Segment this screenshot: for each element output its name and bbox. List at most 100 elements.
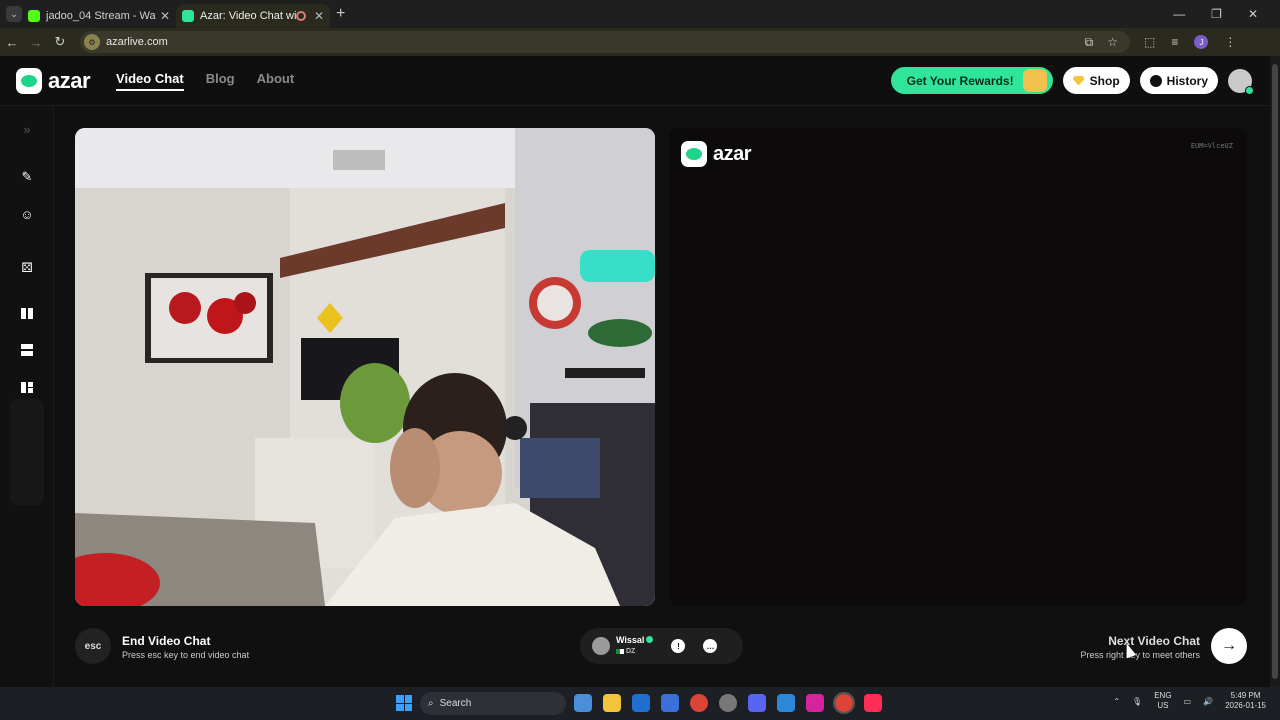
azar-logo[interactable]: azar bbox=[16, 67, 91, 94]
site-info-icon[interactable]: ⚙ bbox=[84, 34, 100, 50]
layout-switcher bbox=[10, 399, 44, 505]
tab-search-button[interactable]: ⌄ bbox=[6, 6, 22, 22]
media-controls-icon[interactable]: ≡ bbox=[1171, 35, 1178, 49]
recording-indicator-icon bbox=[295, 11, 306, 21]
taskbar-search[interactable]: ⌕ Search bbox=[420, 692, 566, 715]
zoom-icon[interactable] bbox=[777, 694, 795, 712]
steam-icon[interactable] bbox=[719, 694, 737, 712]
nav-video-chat[interactable]: Video Chat bbox=[116, 71, 184, 91]
azar-favicon-icon bbox=[182, 10, 194, 22]
history-label: History bbox=[1166, 73, 1208, 88]
system-tray: ⌃ 🎙 ENG US ▭ 🔊 5:49 PM 2026-01-15 bbox=[1113, 691, 1266, 711]
tiktok-icon[interactable] bbox=[864, 694, 882, 712]
nav-blog[interactable]: Blog bbox=[206, 71, 235, 91]
back-icon[interactable]: ← bbox=[0, 35, 24, 50]
history-button[interactable]: History bbox=[1139, 67, 1218, 94]
layout-stacked-icon[interactable] bbox=[17, 340, 37, 360]
browser-tab-kick[interactable]: jadoo_04 Stream - Watch Live o ✕ bbox=[22, 4, 176, 28]
chrome-icon[interactable] bbox=[690, 694, 708, 712]
page-scrollbar[interactable] bbox=[1270, 56, 1280, 687]
new-tab-button[interactable]: + bbox=[336, 5, 345, 23]
peer-country: DZ bbox=[626, 648, 636, 655]
microphone-icon[interactable]: 🎙 bbox=[1132, 697, 1142, 706]
local-video-feed bbox=[75, 128, 655, 606]
lang-top: ENG bbox=[1154, 691, 1172, 700]
peer-avatar[interactable] bbox=[592, 637, 610, 655]
nav-about[interactable]: About bbox=[257, 71, 295, 91]
magic-wand-icon[interactable]: ✎ bbox=[17, 167, 37, 187]
layout-side-by-side-icon[interactable] bbox=[17, 303, 37, 323]
reload-icon[interactable]: ↻ bbox=[48, 34, 72, 50]
verified-badge-icon bbox=[646, 636, 654, 643]
gem-icon bbox=[1072, 75, 1085, 86]
close-window-icon[interactable]: ✕ bbox=[1248, 7, 1258, 21]
tab-close-icon[interactable]: ✕ bbox=[160, 9, 170, 23]
chrome-active-icon[interactable] bbox=[833, 692, 855, 714]
lang-bottom: US bbox=[1157, 701, 1169, 710]
left-sidebar: » ✎ ☺ ⚄ bbox=[0, 107, 54, 687]
widgets-icon[interactable] bbox=[574, 694, 592, 712]
azar-logo-icon bbox=[681, 141, 707, 167]
search-label: Search bbox=[439, 698, 472, 709]
cast-icon[interactable]: ⧉ bbox=[1085, 35, 1094, 50]
address-bar[interactable]: ⚙ azarlive.com ⧉ ☆ bbox=[80, 31, 1130, 53]
shop-button[interactable]: Shop bbox=[1062, 67, 1130, 94]
forward-icon[interactable]: → bbox=[24, 35, 48, 50]
local-camera-image bbox=[75, 128, 655, 606]
site-header: azar Video Chat Blog About Get Your Rewa… bbox=[0, 56, 1270, 106]
tab-title: jadoo_04 Stream - Watch Live o bbox=[46, 10, 156, 22]
next-chat-hint: Press right key to meet others bbox=[1080, 650, 1200, 660]
volume-icon[interactable]: 🔊 bbox=[1203, 697, 1213, 706]
tab-close-icon[interactable]: ✕ bbox=[314, 9, 324, 23]
windows-start-icon[interactable] bbox=[396, 695, 412, 711]
next-chat-button[interactable]: → bbox=[1211, 628, 1247, 664]
profile-avatar[interactable]: J bbox=[1194, 35, 1209, 49]
end-chat-title: End Video Chat bbox=[122, 634, 211, 648]
language-indicator[interactable]: ENG US bbox=[1154, 691, 1171, 711]
clock-time: 5:49 PM bbox=[1230, 691, 1261, 700]
minimize-icon[interactable]: — bbox=[1173, 7, 1185, 21]
face-filter-icon[interactable]: ☺ bbox=[17, 204, 37, 224]
gift-icon bbox=[1022, 69, 1047, 92]
url-text: azarlive.com bbox=[106, 36, 168, 48]
remote-logo-text: azar bbox=[713, 142, 752, 165]
online-badge bbox=[1245, 85, 1254, 95]
report-shield-icon[interactable]: ! bbox=[671, 639, 686, 653]
end-chat-button[interactable]: esc bbox=[75, 628, 111, 664]
browser-toolbar: ← → ↻ ⚙ azarlive.com ⧉ ☆ ⬚ ≡ J ⋮ bbox=[0, 28, 1280, 56]
browser-tab-azar[interactable]: Azar: Video Chat with New ✕ bbox=[176, 4, 330, 28]
logo-text: azar bbox=[48, 67, 91, 93]
instagram-icon[interactable] bbox=[806, 694, 824, 712]
store-icon[interactable] bbox=[661, 694, 679, 712]
dice-icon[interactable]: ⚄ bbox=[17, 258, 37, 278]
layout-grid-icon[interactable] bbox=[17, 377, 37, 397]
expand-sidebar-icon[interactable]: » bbox=[17, 119, 37, 139]
outlook-icon[interactable] bbox=[632, 694, 650, 712]
kick-favicon-icon bbox=[28, 10, 40, 22]
tab-title: Azar: Video Chat with New bbox=[200, 10, 296, 22]
network-icon[interactable]: ▭ bbox=[1184, 697, 1192, 706]
main-nav: Video Chat Blog About bbox=[116, 71, 294, 91]
bookmark-star-icon[interactable]: ☆ bbox=[1107, 35, 1118, 50]
file-explorer-icon[interactable] bbox=[603, 694, 621, 712]
tray-overflow-icon[interactable]: ⌃ bbox=[1113, 697, 1120, 706]
taskbar-apps bbox=[574, 692, 882, 714]
os-taskbar: ⌕ Search ⌃ 🎙 ENG US ▭ 🔊 5:49 PM 2026-01-… bbox=[0, 687, 1280, 720]
rewards-button[interactable]: Get Your Rewards! bbox=[890, 67, 1053, 94]
extensions-icon[interactable]: ⬚ bbox=[1144, 35, 1155, 49]
peer-name: Wissal bbox=[616, 635, 645, 645]
browser-menu-icon[interactable]: ⋮ bbox=[1224, 35, 1236, 49]
user-avatar[interactable] bbox=[1228, 68, 1254, 95]
window-controls: — ❐ ✕ bbox=[1173, 7, 1280, 21]
clock-date: 2026-01-15 bbox=[1225, 701, 1266, 710]
discord-icon[interactable] bbox=[748, 694, 766, 712]
system-clock[interactable]: 5:49 PM 2026-01-15 bbox=[1225, 691, 1266, 711]
azar-logo-icon bbox=[16, 67, 42, 94]
remote-video-feed: azar EUM=VlceUZ bbox=[669, 128, 1247, 606]
rewards-label: Get Your Rewards! bbox=[906, 73, 1014, 88]
chat-bubble-icon[interactable]: … bbox=[703, 639, 718, 653]
search-icon: ⌕ bbox=[428, 698, 434, 709]
remote-video-logo: azar bbox=[681, 141, 752, 167]
restore-icon[interactable]: ❐ bbox=[1211, 7, 1222, 21]
country-flag-icon bbox=[616, 649, 624, 654]
